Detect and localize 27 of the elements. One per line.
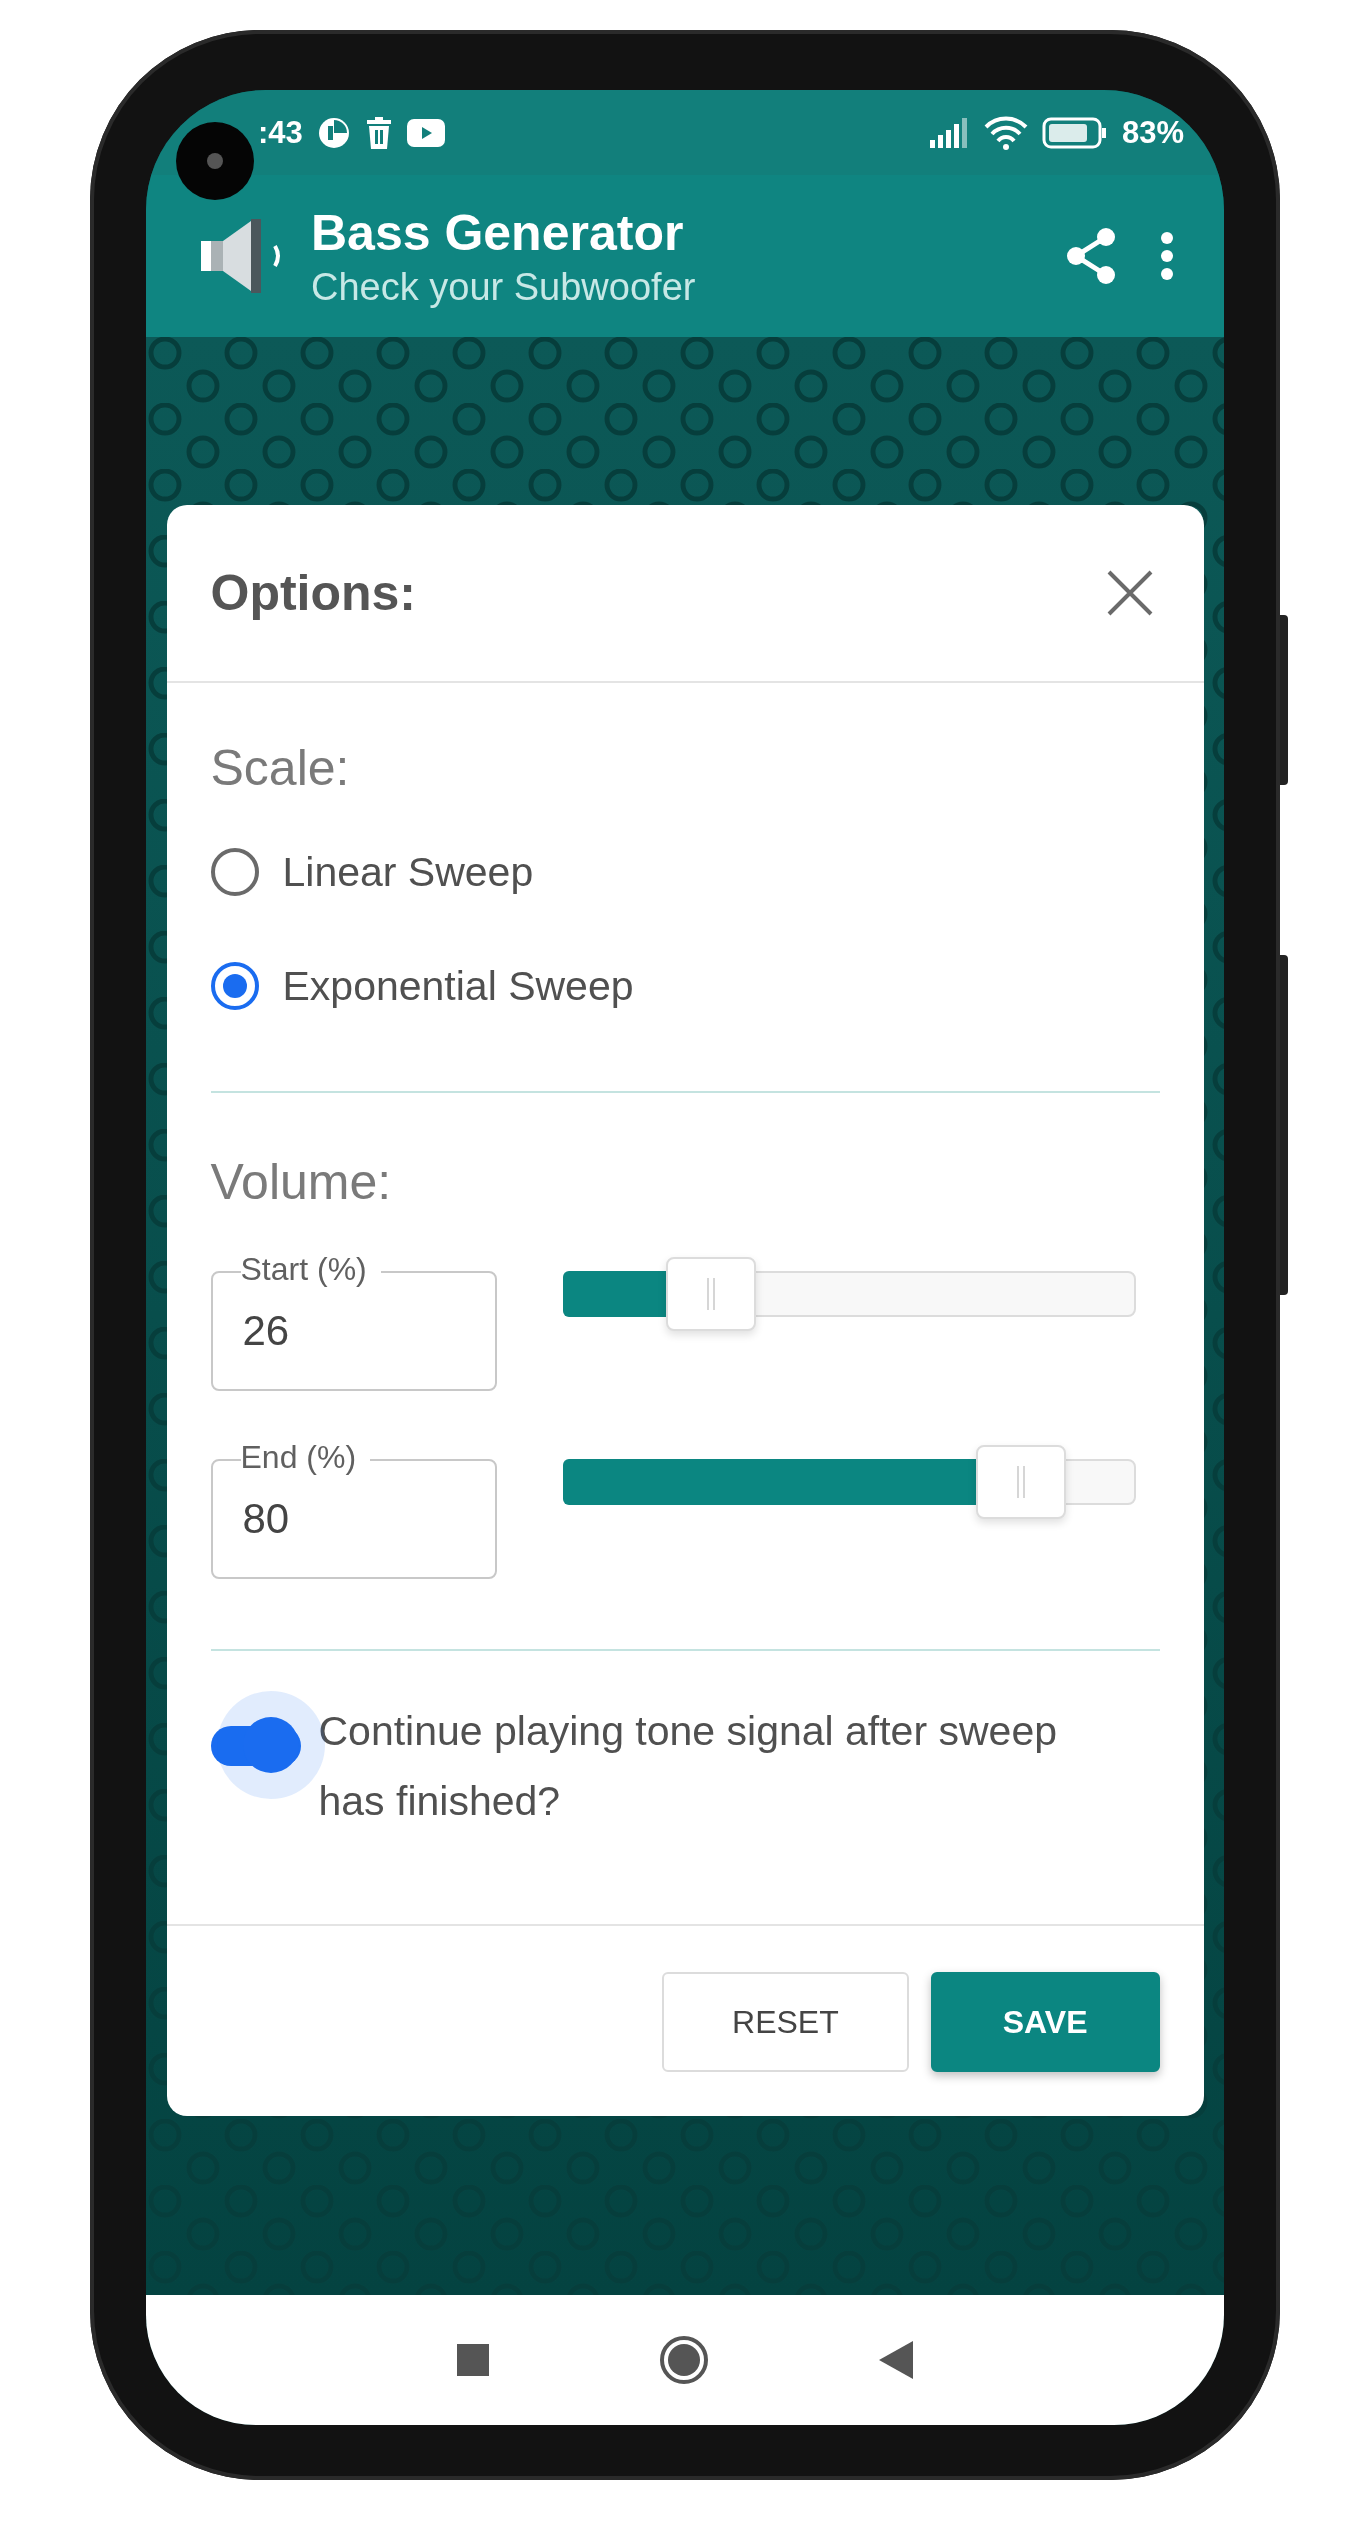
radio-label: Exponential Sweep bbox=[282, 962, 634, 1010]
slider-thumb[interactable] bbox=[975, 1445, 1066, 1519]
back-icon[interactable] bbox=[879, 2341, 913, 2379]
section-label: Scale: bbox=[210, 739, 351, 797]
reset-button[interactable]: RESET bbox=[662, 1972, 909, 2072]
slider-thumb[interactable] bbox=[666, 1257, 757, 1331]
toggle-label: Continue playing tone signal after sweep has finished? bbox=[318, 1707, 1058, 1826]
app-subtitle: Check your Subwoofer bbox=[311, 265, 697, 309]
home-icon[interactable] bbox=[659, 2335, 709, 2385]
wifi-icon bbox=[983, 115, 1028, 150]
input-field[interactable]: Start (%) 26 bbox=[210, 1249, 497, 1391]
radio-label: Linear Sweep bbox=[282, 848, 534, 896]
slider[interactable] bbox=[562, 1255, 1136, 1333]
save-button[interactable]: SAVE bbox=[930, 1972, 1160, 2072]
dialog-title: Options: bbox=[210, 564, 417, 622]
battery-icon bbox=[1041, 116, 1108, 149]
section-label: Volume: bbox=[210, 1153, 393, 1211]
slider[interactable] bbox=[562, 1443, 1136, 1521]
signal-icon bbox=[929, 117, 970, 148]
play-icon bbox=[406, 118, 445, 147]
radio-button[interactable] bbox=[210, 962, 259, 1010]
app-title: Bass Generator bbox=[311, 203, 685, 262]
trash-icon bbox=[364, 116, 393, 149]
radio-button[interactable] bbox=[210, 848, 259, 896]
status-time: :43 bbox=[258, 114, 303, 151]
input-field[interactable]: End (%) 80 bbox=[210, 1437, 497, 1579]
battery-percent: 83% bbox=[1121, 114, 1184, 151]
